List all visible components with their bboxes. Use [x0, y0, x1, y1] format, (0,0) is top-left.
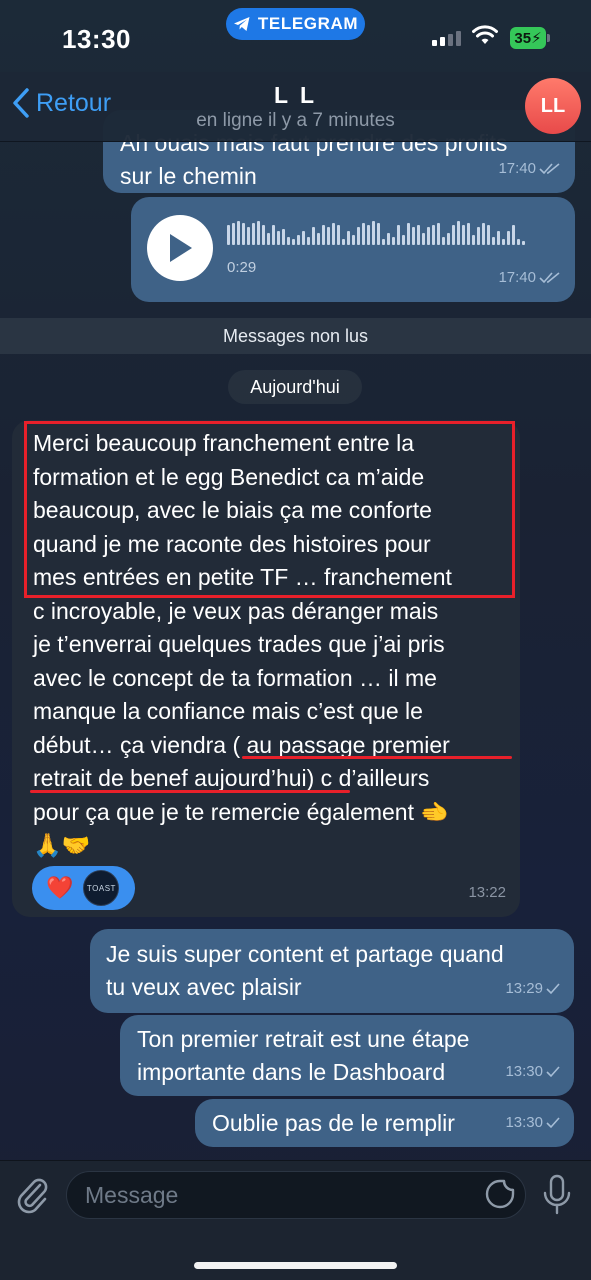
reactions-pill[interactable]: ❤️ TOAST: [32, 866, 135, 910]
message-bubble-outgoing[interactable]: Ton premier retrait est une étape import…: [120, 1015, 574, 1096]
message-line: je t’enverrai quelques trades que j’ai p…: [33, 631, 445, 657]
wifi-icon: [472, 25, 498, 44]
annotation-underline: [242, 756, 512, 759]
play-button[interactable]: [147, 215, 213, 281]
date-separator: Aujourd'hui: [228, 370, 362, 404]
check-icon: [546, 1116, 560, 1128]
message-text: tu veux avec plaisir: [106, 974, 302, 1000]
voice-message-bubble[interactable]: 0:29 17:40: [131, 197, 575, 302]
message-line: avec le concept de ta formation … il me: [33, 664, 437, 691]
telegram-pill[interactable]: TELEGRAM: [226, 8, 365, 40]
home-indicator[interactable]: [194, 1262, 397, 1269]
message-time: 13:30: [505, 1114, 543, 1131]
message-time: 13:22: [468, 883, 506, 901]
voice-duration: 0:29: [227, 259, 257, 276]
message-meta: 13:29: [505, 972, 560, 1005]
check-icon: [546, 1065, 560, 1077]
play-icon: [170, 234, 192, 262]
message-text: Je suis super content et partage quand: [106, 941, 504, 967]
message-meta: 13:30: [505, 1055, 560, 1088]
message-text: Ton premier retrait est une étape: [137, 1026, 470, 1052]
message-input-container[interactable]: [66, 1171, 526, 1219]
status-time: 13:30: [62, 24, 131, 54]
status-bar: 13:30 TELEGRAM 35 ⚡: [0, 0, 591, 72]
contact-avatar[interactable]: LL: [525, 78, 581, 134]
message-bubble-outgoing[interactable]: Je suis super content et partage quand t…: [90, 929, 574, 1013]
message-line: c incroyable, je veux pas déranger mais: [33, 597, 439, 624]
double-check-icon: [539, 271, 560, 283]
message-line: pour ça que je te remercie également 🫲: [33, 798, 450, 825]
telegram-icon: [233, 17, 250, 31]
message-time: 13:29: [505, 980, 543, 997]
message-time: 17:40: [498, 269, 536, 286]
annotation-underline: [30, 790, 350, 793]
battery-level: 35: [514, 29, 532, 47]
message-line: manque la confiance mais c’est que le: [33, 698, 423, 724]
message-meta: 17:40: [498, 261, 561, 294]
heart-reaction-icon: ❤️: [46, 875, 74, 900]
message-text: importante dans le Dashboard: [137, 1059, 446, 1085]
message-meta: 17:40: [498, 152, 561, 185]
double-check-icon: [539, 162, 560, 174]
message-input[interactable]: [85, 1182, 465, 1209]
microphone-icon[interactable]: [540, 1173, 574, 1217]
annotation-highlight-box: [24, 421, 515, 598]
sticker-icon[interactable]: [484, 1178, 516, 1210]
message-line: 🙏🤝: [33, 832, 91, 858]
contact-name[interactable]: L L: [0, 82, 591, 109]
reactor-avatar: TOAST: [83, 870, 120, 906]
unread-divider: Messages non lus: [0, 318, 591, 354]
message-bubble-outgoing[interactable]: Oublie pas de le remplir 13:30: [195, 1099, 574, 1147]
paperclip-icon[interactable]: [14, 1175, 50, 1215]
voice-waveform[interactable]: [227, 221, 525, 245]
message-text: sur le chemin: [120, 163, 257, 189]
chat-header: Retour L L en ligne il y a 7 minutes LL: [0, 72, 591, 142]
cellular-signal-icon: [432, 30, 461, 46]
telegram-pill-label: TELEGRAM: [257, 14, 359, 33]
message-meta: 13:30: [505, 1106, 560, 1139]
battery-icon: 35 ⚡: [510, 27, 550, 49]
message-time: 17:40: [498, 160, 536, 177]
message-meta: 13:22: [468, 876, 506, 910]
contact-status: en ligne il y a 7 minutes: [196, 110, 395, 131]
message-time: 13:30: [505, 1063, 543, 1080]
check-icon: [546, 982, 560, 994]
